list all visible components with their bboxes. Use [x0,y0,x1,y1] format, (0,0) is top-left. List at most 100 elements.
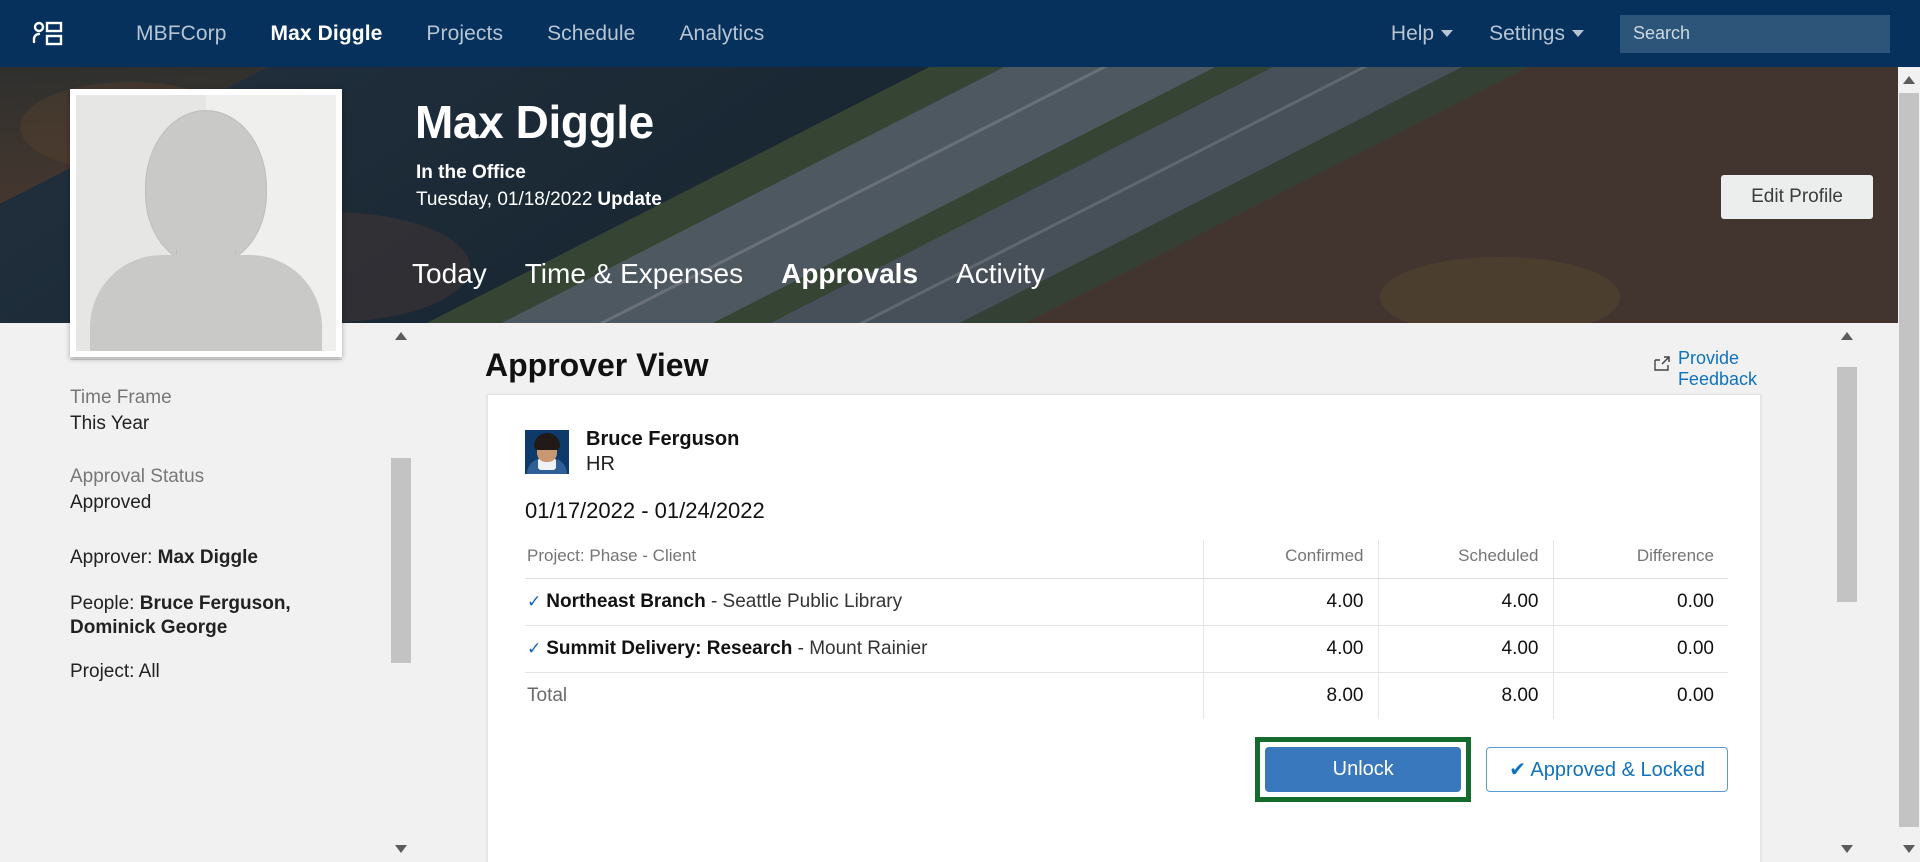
feedback-line-1: Provide [1677,348,1739,368]
nav-link-projects[interactable]: Projects [426,22,503,46]
row-scheduled-value: 4.00 [1377,578,1553,626]
status-date: Tuesday, 01/18/2022 [416,189,593,210]
filter-time-frame[interactable]: Time Frame This Year [70,387,388,435]
top-navigation-bar: MBFCorp Max Diggle Projects Schedule Ana… [0,0,1920,67]
scroll-down-arrow-icon[interactable] [395,845,407,853]
approved-and-locked-button[interactable]: ✔ Approved & Locked [1486,747,1728,792]
provide-feedback-link[interactable]: Provide Feedback [1653,348,1757,390]
person-role: HR [586,453,615,475]
update-status-link[interactable]: Update [597,189,661,210]
filter-people-prefix: People: [70,593,140,615]
unlock-button[interactable]: Unlock [1265,747,1462,792]
table-total-row: Total 8.00 8.00 0.00 [525,672,1728,719]
column-header-difference: Difference [1552,540,1728,579]
scroll-up-arrow-icon[interactable] [395,332,407,340]
profile-tabs: Today Time & Expenses Approvals Activity [412,258,1045,290]
person-name: Bruce Ferguson [586,428,740,450]
avatar-placeholder-image [76,95,336,351]
filter-approver-value: Max Diggle [157,547,258,568]
page-scrollbar-thumb[interactable] [1899,93,1919,827]
filter-project[interactable]: Project: All [70,660,388,684]
nav-link-analytics[interactable]: Analytics [679,22,764,46]
row-client-name: - Mount Rainier [797,638,928,659]
approval-card: Bruce Ferguson HR 01/17/2022 - 01/24/202… [487,394,1761,862]
row-client-name: - Seattle Public Library [710,591,903,612]
column-header-scheduled: Scheduled [1377,540,1553,579]
sidebar-scrollbar-thumb[interactable] [391,458,411,663]
page-scrollbar[interactable] [1898,67,1920,862]
filter-value-time-frame: This Year [70,413,150,434]
check-icon: ✓ [527,639,542,658]
settings-menu[interactable]: Settings [1489,22,1584,46]
table-header-row: Project: Phase - Client Confirmed Schedu… [525,540,1728,579]
nav-link-mbfcorp[interactable]: MBFCorp [136,22,227,46]
nav-right-group: Help Settings [1390,14,1890,53]
sidebar-scrollbar[interactable] [390,323,412,862]
filter-people[interactable]: People: Bruce Ferguson, Dominick George [70,592,292,640]
unlock-button-highlight: Unlock [1255,737,1472,802]
primary-nav-links: MBFCorp Max Diggle Projects Schedule Ana… [136,22,764,46]
tab-approvals[interactable]: Approvals [781,258,918,290]
avatar[interactable] [70,89,342,357]
filter-approver-prefix: Approver: [70,547,158,568]
filter-value-approval-status: Approved [70,492,152,513]
table-row[interactable]: ✓ Summit Delivery: Research - Mount Raini… [525,625,1728,673]
row-difference-value: 0.00 [1552,578,1728,626]
tab-today[interactable]: Today [412,258,487,290]
scroll-down-arrow-icon[interactable] [1903,845,1915,853]
avatar-head-shape [145,110,267,265]
person-header[interactable]: Bruce Ferguson HR [525,428,739,476]
external-link-icon [1654,356,1670,371]
scroll-up-arrow-icon[interactable] [1903,76,1915,84]
row-difference-value: 0.00 [1552,625,1728,673]
nav-link-schedule[interactable]: Schedule [547,22,635,46]
sidebar-divider [70,359,342,360]
row-project-name: Northeast Branch [546,591,706,612]
status-date-row: Tuesday, 01/18/2022 Update [416,189,662,211]
main-panel-scrollbar[interactable] [1836,323,1858,862]
search-input[interactable] [1620,14,1890,53]
scroll-up-arrow-icon[interactable] [1841,332,1853,340]
total-confirmed-value: 8.00 [1202,672,1378,719]
scroll-down-arrow-icon[interactable] [1841,845,1853,853]
avatar-body-shape [90,255,322,351]
status-badge: In the Office [416,162,526,183]
approval-table: Project: Phase - Client Confirmed Schedu… [525,540,1728,719]
filters-sidebar: Time Frame This Year Approval Status App… [0,323,388,862]
tab-time-and-expenses[interactable]: Time & Expenses [525,258,743,290]
column-header-confirmed: Confirmed [1202,540,1378,579]
tab-activity[interactable]: Activity [956,258,1045,290]
row-project-cell: ✓ Northeast Branch - Seattle Public Libra… [525,578,1203,626]
help-menu[interactable]: Help [1390,21,1454,46]
column-header-project: Project: Phase - Client [525,540,1203,579]
nav-link-max-diggle[interactable]: Max Diggle [271,22,383,46]
table-row[interactable]: ✓ Northeast Branch - Seattle Public Libra… [525,578,1728,626]
chevron-down-icon [1572,30,1584,37]
page-body: Time Frame This Year Approval Status App… [0,323,1920,862]
row-project-name: Summit Delivery: Research [546,638,793,659]
person-avatar-photo [525,430,569,474]
filter-label-approval-status: Approval Status [70,466,205,487]
filter-project-value: All [138,661,160,683]
total-scheduled-value: 8.00 [1377,672,1553,719]
timesheet-date-range: 01/17/2022 - 01/24/2022 [525,498,765,523]
filter-project-prefix: Project: [70,661,139,683]
page-title: Max Diggle [415,96,654,148]
total-difference-value: 0.00 [1552,672,1728,719]
total-label: Total [527,685,568,706]
help-label: Help [1390,21,1435,45]
check-icon: ✓ [527,592,542,611]
row-project-cell: ✓ Summit Delivery: Research - Mount Raini… [525,625,1203,673]
chevron-down-icon [1441,30,1454,37]
people-list-icon[interactable] [30,17,64,51]
card-action-buttons: Unlock ✔ Approved & Locked [1255,737,1728,802]
row-confirmed-value: 4.00 [1202,578,1378,626]
provide-feedback-text: Provide Feedback [1678,348,1757,390]
edit-profile-button[interactable]: Edit Profile [1721,175,1873,219]
feedback-line-2: Feedback [1677,369,1757,390]
row-confirmed-value: 4.00 [1202,625,1378,673]
filter-approval-status[interactable]: Approval Status Approved [70,466,388,514]
main-panel-scrollbar-thumb[interactable] [1837,367,1857,602]
row-scheduled-value: 4.00 [1377,625,1553,673]
filter-approver[interactable]: Approver: Max Diggle [70,546,280,570]
